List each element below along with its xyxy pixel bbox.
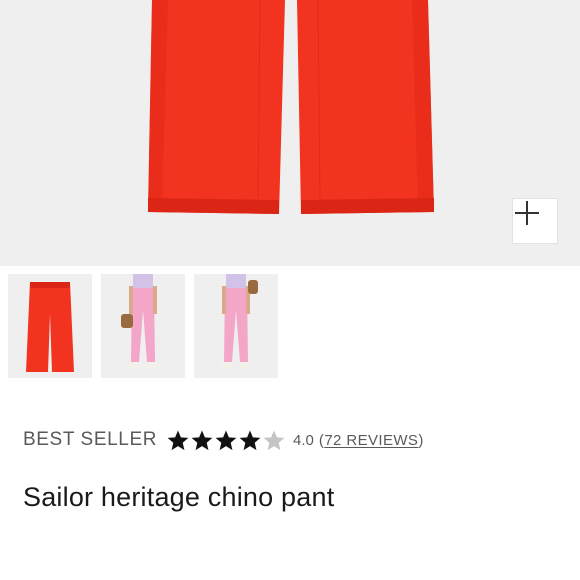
pink-pants-front-thumbnail (121, 274, 157, 368)
product-title: Sailor heritage chino pant (23, 482, 335, 512)
pink-pants-back-thumbnail (222, 274, 258, 368)
zoom-button[interactable] (512, 198, 558, 244)
rating-row: BEST SELLER 4.0 (72 REVIEWS) (23, 426, 424, 454)
red-pants-illustration (148, 0, 434, 214)
star-filled-icon (167, 429, 189, 450)
reviews-close-paren: ) (418, 431, 424, 449)
thumb-red-flatlay[interactable] (8, 274, 92, 378)
star-filled-icon (239, 429, 261, 450)
red-pants-thumbnail (26, 282, 74, 372)
star-filled-icon (191, 429, 213, 450)
best-seller-badge: BEST SELLER (23, 429, 158, 450)
thumb-pink-front[interactable] (101, 274, 185, 378)
product-main-image[interactable] (0, 0, 580, 266)
star-empty-icon (263, 429, 285, 450)
thumb-pink-back[interactable] (194, 274, 278, 378)
star-rating (166, 429, 286, 452)
reviews-link[interactable]: (72 REVIEWS) (319, 432, 424, 449)
plus-icon (515, 201, 539, 225)
reviews-link-label: 72 REVIEWS (324, 431, 419, 449)
rating-value: 4.0 (293, 431, 314, 449)
star-filled-icon (215, 429, 237, 450)
